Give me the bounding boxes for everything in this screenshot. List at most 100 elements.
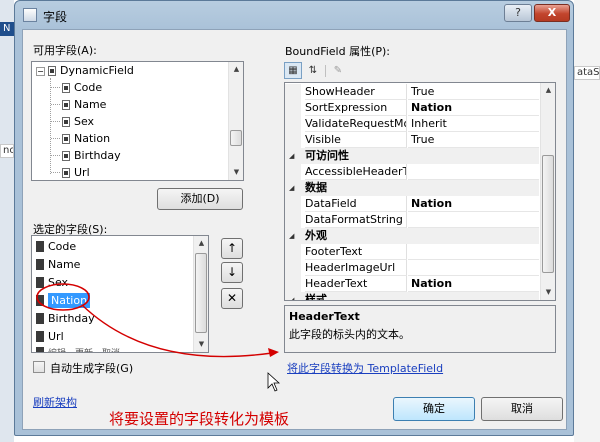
ok-button[interactable]: 确定 bbox=[393, 397, 475, 421]
property-row-margin bbox=[285, 276, 301, 292]
expand-toggle-icon[interactable]: ◢ bbox=[289, 296, 297, 300]
alphabetical-icon[interactable]: ⇅ bbox=[304, 62, 322, 79]
property-row-margin bbox=[285, 132, 301, 148]
property-value[interactable]: Inherit bbox=[408, 116, 539, 132]
property-value[interactable] bbox=[408, 164, 539, 180]
list-item-label: Code bbox=[48, 240, 77, 253]
property-row[interactable]: HeaderImageUrl bbox=[285, 260, 539, 276]
property-row[interactable]: AccessibleHeaderText bbox=[285, 164, 539, 180]
add-button[interactable]: 添加(D) bbox=[157, 188, 243, 210]
field-icon bbox=[36, 313, 44, 324]
properties-label: BoundField 属性(P): bbox=[285, 45, 391, 58]
scroll-up-arrow[interactable]: ▲ bbox=[229, 62, 244, 77]
property-value[interactable]: True bbox=[408, 132, 539, 148]
property-row[interactable]: Visible True bbox=[285, 132, 539, 148]
scroll-down-arrow[interactable]: ▼ bbox=[229, 165, 244, 180]
property-row[interactable]: ShowHeader True bbox=[285, 84, 539, 100]
property-name: DataFormatString bbox=[305, 212, 407, 228]
dialog-client-area: 可用字段(A): − DynamicField Code Name Sex Nation… bbox=[22, 29, 567, 430]
property-row[interactable]: DataField Nation bbox=[285, 196, 539, 212]
background-app-left bbox=[0, 0, 14, 442]
expand-toggle-icon[interactable]: ◢ bbox=[289, 232, 297, 240]
property-category[interactable]: ◢ 样式 bbox=[285, 292, 539, 300]
tree-node-field[interactable]: Code bbox=[51, 79, 102, 96]
selected-fields-list[interactable]: Code Name Sex Nation Birthday Url 编辑、更新、取消 ▲ ▼ bbox=[31, 235, 209, 353]
selected-fields-scrollbar[interactable]: ▲ ▼ bbox=[193, 236, 208, 352]
field-icon bbox=[36, 259, 44, 270]
list-item[interactable]: Sex bbox=[36, 274, 68, 291]
property-category-label: 数据 bbox=[305, 181, 327, 194]
scroll-up-arrow[interactable]: ▲ bbox=[194, 236, 208, 251]
list-item[interactable]: Name bbox=[36, 256, 80, 273]
property-description-panel: HeaderText 此字段的标头内的文本。 bbox=[284, 305, 556, 353]
property-category-label: 外观 bbox=[305, 229, 327, 242]
move-up-button[interactable]: ↑ bbox=[221, 238, 243, 259]
tree-node-field[interactable]: Sex bbox=[51, 113, 94, 130]
collapse-icon[interactable]: − bbox=[36, 67, 45, 76]
property-pages-icon[interactable]: ✎ bbox=[329, 62, 347, 79]
property-row[interactable]: DataFormatString bbox=[285, 212, 539, 228]
description-title: HeaderText bbox=[289, 310, 360, 323]
property-value[interactable] bbox=[408, 212, 539, 228]
auto-generate-checkbox[interactable] bbox=[33, 361, 45, 373]
field-icon bbox=[36, 331, 44, 342]
list-item[interactable]: Birthday bbox=[36, 310, 95, 327]
property-row[interactable]: FooterText bbox=[285, 244, 539, 260]
close-button[interactable]: X bbox=[534, 4, 570, 22]
categorized-icon[interactable]: ▦ bbox=[284, 62, 302, 79]
property-value[interactable]: Nation bbox=[408, 276, 539, 292]
tree-node-field[interactable]: Nation bbox=[51, 130, 110, 147]
property-grid[interactable]: ShowHeader True SortExpression Nation Valida… bbox=[284, 82, 556, 301]
property-row-margin bbox=[285, 260, 301, 276]
scroll-down-arrow[interactable]: ▼ bbox=[194, 337, 208, 352]
title-bar[interactable]: 字段 ? X bbox=[15, 1, 573, 29]
property-row[interactable]: SortExpression Nation bbox=[285, 100, 539, 116]
tree-node-field[interactable]: Name bbox=[51, 96, 106, 113]
scroll-down-arrow[interactable]: ▼ bbox=[541, 285, 555, 300]
list-item-partial[interactable]: 编辑、更新、取消 bbox=[36, 346, 120, 352]
scroll-thumb[interactable] bbox=[230, 130, 242, 146]
move-down-button[interactable]: ↓ bbox=[221, 262, 243, 283]
field-icon bbox=[62, 151, 70, 161]
cancel-button[interactable]: 取消 bbox=[481, 397, 563, 421]
property-value[interactable]: Nation bbox=[408, 196, 539, 212]
property-value[interactable]: Nation bbox=[408, 100, 539, 116]
property-category[interactable]: ◢ 可访问性 bbox=[285, 148, 539, 164]
scroll-thumb[interactable] bbox=[195, 253, 207, 333]
property-value[interactable] bbox=[408, 260, 539, 276]
field-icon bbox=[36, 241, 44, 252]
property-category[interactable]: ◢ 外观 bbox=[285, 228, 539, 244]
delete-field-button[interactable]: ✕ bbox=[221, 288, 243, 309]
scroll-up-arrow[interactable]: ▲ bbox=[541, 83, 555, 98]
property-row[interactable]: ValidateRequestModeInherit bbox=[285, 116, 539, 132]
available-fields-scrollbar[interactable]: ▲ ▼ bbox=[228, 62, 243, 180]
list-item[interactable]: Code bbox=[36, 238, 76, 255]
expand-toggle-icon[interactable]: ◢ bbox=[289, 152, 297, 160]
property-value[interactable]: True bbox=[408, 84, 539, 100]
property-grid-scrollbar[interactable]: ▲ ▼ bbox=[540, 83, 555, 300]
refresh-schema-link[interactable]: 刷新架构 bbox=[33, 394, 77, 410]
convert-to-templatefield-link[interactable]: 将此字段转换为 TemplateField bbox=[287, 360, 443, 376]
available-fields-label: 可用字段(A): bbox=[33, 44, 97, 57]
property-row[interactable]: HeaderText Nation bbox=[285, 276, 539, 292]
tree-connector bbox=[51, 155, 60, 156]
tree-node-field[interactable]: Url bbox=[51, 164, 90, 181]
tree-node-label: Birthday bbox=[74, 149, 121, 162]
property-category[interactable]: ◢ 数据 bbox=[285, 180, 539, 196]
property-name: ValidateRequestMode bbox=[305, 116, 407, 132]
list-item[interactable]: Nation bbox=[36, 292, 91, 309]
list-item-label: Birthday bbox=[48, 312, 95, 325]
tree-node-dynamicfield[interactable]: − DynamicField bbox=[36, 62, 134, 79]
description-text: 此字段的标头内的文本。 bbox=[289, 328, 410, 341]
expand-toggle-icon[interactable]: ◢ bbox=[289, 184, 297, 192]
auto-generate-label: 自动生成字段(G) bbox=[50, 362, 134, 375]
tree-node-label: DynamicField bbox=[60, 64, 134, 77]
available-fields-tree[interactable]: − DynamicField Code Name Sex Nation Birthday U… bbox=[31, 61, 244, 181]
tree-node-field[interactable]: Birthday bbox=[51, 147, 121, 164]
list-item[interactable]: Url bbox=[36, 328, 64, 345]
scroll-thumb[interactable] bbox=[542, 155, 554, 273]
property-value[interactable] bbox=[408, 244, 539, 260]
help-button[interactable]: ? bbox=[504, 4, 532, 22]
property-row-margin bbox=[285, 212, 301, 228]
property-name: DataField bbox=[305, 196, 407, 212]
